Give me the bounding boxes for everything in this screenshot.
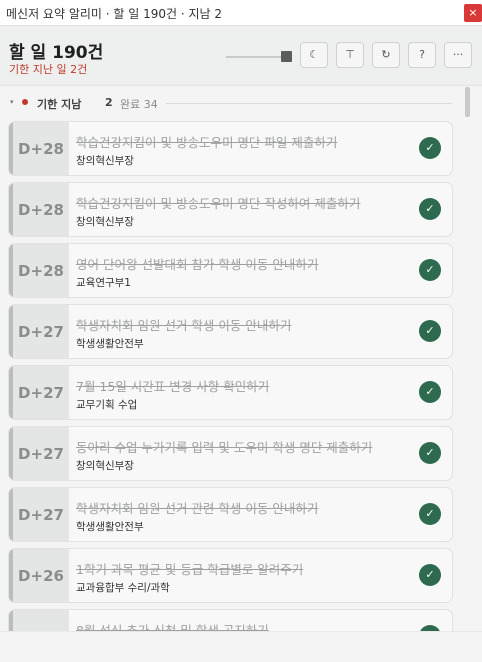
refresh-icon[interactable]: ↻ bbox=[372, 42, 400, 68]
check-icon[interactable]: ✓ bbox=[419, 503, 441, 525]
section-divider bbox=[166, 103, 452, 104]
section-count: 2 bbox=[105, 96, 113, 109]
check-icon[interactable]: ✓ bbox=[419, 564, 441, 586]
help-icon[interactable]: ? bbox=[408, 42, 436, 68]
task-card[interactable]: D+28 학습건강지킴이 및 방송도우미 명단 파일 제출하기 창의혁신부장 ✓ bbox=[8, 121, 453, 176]
task-title: 학생자치회 임원 선거 관련 학생 이동 안내하기 bbox=[76, 501, 319, 516]
pin-icon[interactable]: ⊤ bbox=[336, 42, 364, 68]
task-card[interactable]: D+28 영어 단어왕 선발대회 참가 학생 이동 안내하기 교육연구부1 ✓ bbox=[8, 243, 453, 298]
task-department: 학생생활안전부 bbox=[76, 338, 144, 350]
dday-badge: D+28 bbox=[13, 244, 69, 297]
task-department: 교과융합부 수리/과학 bbox=[76, 582, 170, 594]
section-label: 기한 지남 bbox=[37, 98, 82, 111]
dday-badge: D+28 bbox=[13, 122, 69, 175]
title-bar: 메신저 요약 알리미 · 할 일 190건 · 지남 2 × bbox=[0, 0, 482, 26]
dday-badge: D+27 bbox=[13, 305, 69, 358]
dday-badge: D+28 bbox=[13, 183, 69, 236]
task-title: 1학기 과목 평균 및 등급 학급별로 알려주기 bbox=[76, 562, 304, 577]
task-card[interactable]: D+27 동아리 수업 누가기록 입력 및 도우미 학생 명단 제출하기 창의혁… bbox=[8, 426, 453, 481]
task-department: 창의혁신부장 bbox=[76, 216, 134, 228]
task-title: 학습건강지킴이 및 방송도우미 명단 작성하여 제출하기 bbox=[76, 196, 361, 211]
close-button[interactable]: × bbox=[464, 4, 482, 22]
check-icon[interactable]: ✓ bbox=[419, 137, 441, 159]
overdue-section-header[interactable]: ▾ 기한 지남 2 완료 34 bbox=[0, 92, 460, 114]
task-list: D+28 학습건강지킴이 및 방송도우미 명단 파일 제출하기 창의혁신부장 ✓… bbox=[0, 119, 460, 631]
check-icon[interactable]: ✓ bbox=[419, 320, 441, 342]
task-count-title: 할 일 190건 bbox=[9, 43, 104, 63]
task-department: 교무기획 수업 bbox=[76, 399, 138, 411]
footer bbox=[0, 631, 482, 662]
task-title: 영어 단어왕 선발대회 참가 학생 이동 안내하기 bbox=[76, 257, 319, 272]
more-icon[interactable]: ··· bbox=[444, 42, 472, 68]
task-card[interactable]: D+27 7월 15일 시간표 변경 사항 확인하기 교무기획 수업 ✓ bbox=[8, 365, 453, 420]
window-title: 메신저 요약 알리미 · 할 일 190건 · 지남 2 bbox=[6, 7, 223, 21]
slider-thumb[interactable] bbox=[281, 51, 292, 62]
task-title: 8월 석식 추가 신청 및 학생 공지하기 bbox=[76, 623, 269, 631]
task-department: 창의혁신부장 bbox=[76, 155, 134, 167]
opacity-slider[interactable] bbox=[226, 51, 292, 62]
task-card[interactable]: D+26 1학기 과목 평균 및 등급 학급별로 알려주기 교과융합부 수리/과… bbox=[8, 548, 453, 603]
task-title: 학생자치회 임원 선거 학생 이동 안내하기 bbox=[76, 318, 292, 333]
task-card[interactable]: D+27 학생자치회 임원 선거 학생 이동 안내하기 학생생활안전부 ✓ bbox=[8, 304, 453, 359]
section-done-count: 완료 34 bbox=[120, 98, 158, 111]
dday-badge: D+26 bbox=[13, 610, 69, 631]
overdue-count-label: 기한 지난 일 2건 bbox=[9, 63, 88, 76]
scrollbar-thumb[interactable] bbox=[465, 87, 470, 117]
task-title: 동아리 수업 누가기록 입력 및 도우미 학생 명단 제출하기 bbox=[76, 440, 373, 455]
dday-badge: D+26 bbox=[13, 549, 69, 602]
check-icon[interactable]: ✓ bbox=[419, 381, 441, 403]
collapse-arrow-icon[interactable]: ▾ bbox=[10, 98, 14, 106]
task-department: 학생생활안전부 bbox=[76, 521, 144, 533]
task-card[interactable]: D+28 학습건강지킴이 및 방송도우미 명단 작성하여 제출하기 창의혁신부장… bbox=[8, 182, 453, 237]
dday-badge: D+27 bbox=[13, 366, 69, 419]
check-icon[interactable]: ✓ bbox=[419, 259, 441, 281]
task-title: 학습건강지킴이 및 방송도우미 명단 파일 제출하기 bbox=[76, 135, 338, 150]
task-title: 7월 15일 시간표 변경 사항 확인하기 bbox=[76, 379, 270, 394]
task-department: 교육연구부1 bbox=[76, 277, 131, 289]
task-card[interactable]: D+27 학생자치회 임원 선거 관련 학생 이동 안내하기 학생생활안전부 ✓ bbox=[8, 487, 453, 542]
task-card[interactable]: D+26 8월 석식 추가 신청 및 학생 공지하기 ✓ bbox=[8, 609, 453, 631]
overdue-dot-icon bbox=[22, 99, 28, 105]
task-department: 창의혁신부장 bbox=[76, 460, 134, 472]
dday-badge: D+27 bbox=[13, 427, 69, 480]
dday-badge: D+27 bbox=[13, 488, 69, 541]
header: 할 일 190건 기한 지난 일 2건 ☾ ⊤ ↻ ? ··· bbox=[0, 26, 482, 86]
check-icon[interactable]: ✓ bbox=[419, 442, 441, 464]
check-icon[interactable]: ✓ bbox=[419, 198, 441, 220]
moon-icon[interactable]: ☾ bbox=[300, 42, 328, 68]
